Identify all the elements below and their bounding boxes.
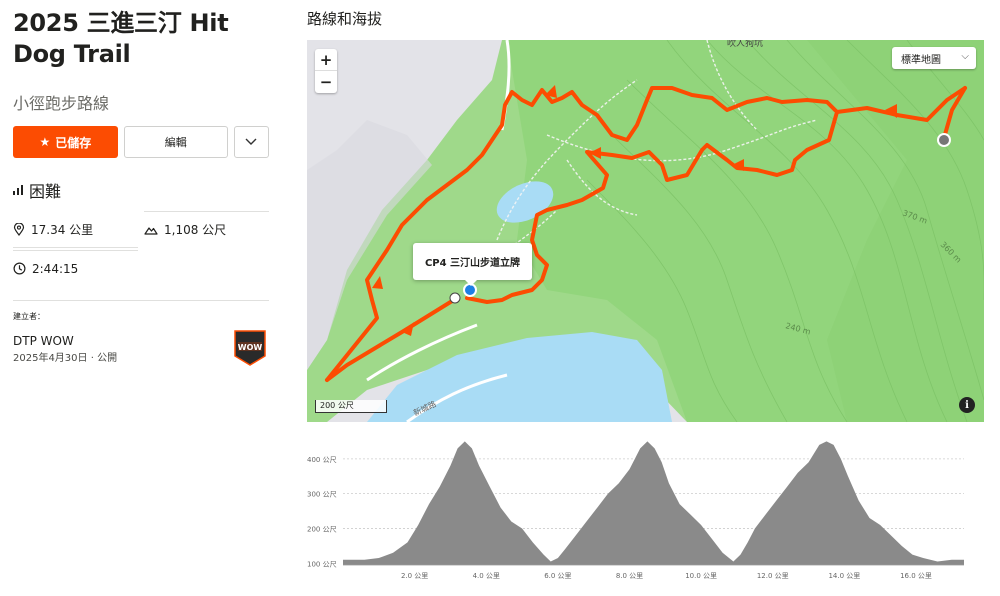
- created-date: 2025年4月30日 · 公開: [13, 353, 118, 364]
- elevation-stat: 1,108 公尺: [144, 211, 269, 247]
- route-title: 2025 三進三汀 Hit Dog Trail: [13, 9, 229, 68]
- elevation-value: 1,108 公尺: [164, 223, 227, 237]
- route-type: 小徑跑步路線: [13, 94, 110, 113]
- map-type-select[interactable]: 標準地圖 ⌵: [892, 47, 976, 69]
- x-tick-label: 2.0 公里: [401, 572, 428, 580]
- x-tick-label: 6.0 公里: [544, 572, 571, 580]
- club-badge-logo[interactable]: WOW: [233, 330, 267, 366]
- section-title: 路線和海拔: [307, 10, 383, 28]
- creator-name[interactable]: DTP WOW: [13, 334, 269, 348]
- route-info-panel: 2025 三進三汀 Hit Dog Trail 小徑跑步路線 ★ 已儲存 編輯 …: [13, 0, 269, 366]
- route-stats: 17.34 公里 1,108 公尺 2:44:15: [13, 211, 269, 286]
- route-map[interactable]: 吹人狗坑 370 m 360 m 240 m 新城路 + − 標準地圖 ⌵ CP…: [307, 40, 984, 422]
- action-buttons: ★ 已儲存 編輯: [13, 126, 269, 158]
- difficulty-label: 困難: [29, 182, 62, 201]
- creator-label: 建立者：: [13, 312, 45, 321]
- distance-value: 17.34 公里: [31, 223, 94, 237]
- x-tick-label: 8.0 公里: [616, 572, 643, 580]
- y-tick-label: 300 公尺: [307, 491, 337, 499]
- x-tick-label: 10.0 公里: [685, 572, 717, 580]
- difficulty-row: 困難: [13, 178, 269, 202]
- elevation-chart[interactable]: 100 公尺 200 公尺 300 公尺 400 公尺 2.0 公里 4.0 公里 6.0 …: [307, 427, 984, 587]
- badge-text: WOW: [238, 343, 263, 352]
- elevation-area: [343, 441, 964, 565]
- map-canvas: 吹人狗坑 370 m 360 m 240 m 新城路: [307, 40, 984, 422]
- checkpoint-popup: CP4 三汀山步道立牌: [413, 243, 532, 286]
- zoom-out-button[interactable]: −: [315, 71, 337, 93]
- difficulty-bars-icon: [13, 185, 23, 195]
- map-type-label: 標準地圖: [901, 54, 941, 66]
- edit-button[interactable]: 編輯: [123, 126, 228, 158]
- zoom-in-button[interactable]: +: [315, 49, 337, 71]
- map-label-place: 吹人狗坑: [727, 40, 763, 49]
- saved-label: 已儲存: [55, 135, 92, 150]
- y-tick-label: 100 公尺: [307, 560, 337, 568]
- duration-value: 2:44:15: [32, 261, 79, 276]
- y-tick-label: 200 公尺: [307, 525, 337, 533]
- more-options-button[interactable]: [233, 126, 269, 158]
- distance-stat: 17.34 公里: [13, 212, 138, 248]
- info-icon[interactable]: i: [959, 397, 975, 413]
- creator-block: DTP WOW 2025年4月30日 · 公開 WOW: [13, 330, 269, 366]
- chevron-down-icon: ⌵: [961, 51, 969, 62]
- mountain-icon: [144, 226, 158, 235]
- zoom-controls: + −: [315, 49, 337, 93]
- x-tick-label: 4.0 公里: [473, 572, 500, 580]
- x-tick-label: 12.0 公里: [757, 572, 789, 580]
- map-scale: 200 公尺: [315, 400, 387, 413]
- saved-button[interactable]: ★ 已儲存: [13, 126, 118, 158]
- x-tick-label: 14.0 公里: [828, 572, 860, 580]
- duration-stat: 2:44:15: [13, 250, 138, 286]
- location-pin-icon: [13, 223, 25, 236]
- clock-icon: [13, 262, 26, 275]
- divider: [13, 300, 269, 301]
- y-tick-label: 400 公尺: [307, 456, 337, 464]
- x-tick-label: 16.0 公里: [900, 572, 932, 580]
- star-icon: ★: [39, 135, 51, 149]
- chevron-down-icon: [245, 138, 257, 145]
